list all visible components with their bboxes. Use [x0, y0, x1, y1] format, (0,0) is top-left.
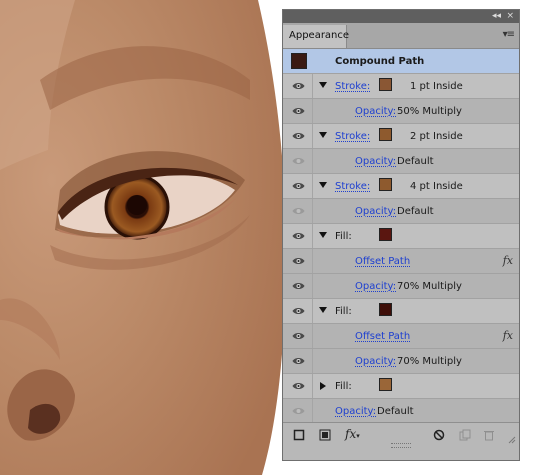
disclosure-expanded-icon[interactable] — [319, 82, 327, 88]
stroke-link[interactable]: Stroke: — [335, 180, 370, 193]
eye-icon[interactable] — [292, 181, 305, 191]
stroke-weight-value[interactable]: 1 pt Inside — [410, 80, 463, 93]
eye-icon[interactable] — [292, 156, 305, 166]
eye-icon[interactable] — [292, 281, 305, 291]
close-icon[interactable]: × — [506, 11, 514, 22]
add-new-stroke-icon[interactable] — [293, 429, 305, 441]
panel-drag-handle[interactable] — [391, 443, 411, 448]
opacity-value: 70% Multiply — [397, 356, 462, 367]
clear-appearance-icon[interactable] — [433, 429, 445, 441]
visibility-column — [283, 199, 313, 223]
add-new-effect-icon[interactable]: fx▾ — [345, 427, 360, 441]
visibility-column — [283, 324, 313, 348]
appearance-row-opacity[interactable]: Opacity: Default — [283, 199, 519, 224]
visibility-column — [283, 399, 313, 423]
opacity-value: 50% Multiply — [397, 106, 462, 117]
visibility-column — [283, 174, 313, 198]
panel-titlebar: ◂◂ × — [283, 10, 519, 23]
fill-label: Fill: — [335, 306, 352, 317]
add-new-fill-icon[interactable] — [319, 429, 331, 441]
fill-color-swatch[interactable] — [379, 228, 392, 241]
appearance-row-fill[interactable]: Fill: — [283, 374, 519, 399]
opacity-link[interactable]: Opacity: — [355, 205, 396, 218]
appearance-header-row[interactable]: Compound Path — [283, 49, 519, 74]
appearance-row-effect[interactable]: Offset Path fx — [283, 324, 519, 349]
visibility-column — [283, 299, 313, 323]
visibility-column — [283, 249, 313, 273]
effect-fx-icon: fx — [502, 254, 513, 267]
disclosure-expanded-icon[interactable] — [319, 232, 327, 238]
eye-icon[interactable] — [292, 306, 305, 316]
opacity-link[interactable]: Opacity: — [335, 405, 376, 418]
visibility-column — [283, 99, 313, 123]
opacity-value: Default — [397, 206, 434, 217]
visibility-column — [283, 74, 313, 98]
panel-tab-row: Appearance ▾≡ — [283, 23, 519, 49]
delete-item-icon[interactable] — [483, 429, 495, 441]
effect-link[interactable]: Offset Path — [355, 255, 410, 268]
eye-icon[interactable] — [292, 356, 305, 366]
visibility-column — [283, 349, 313, 373]
appearance-row-opacity[interactable]: Opacity: Default — [283, 149, 519, 174]
stroke-color-swatch[interactable] — [379, 78, 392, 91]
appearance-row-opacity[interactable]: Opacity: 50% Multiply — [283, 99, 519, 124]
appearance-row-opacity[interactable]: Opacity: 70% Multiply — [283, 349, 519, 374]
fill-color-swatch[interactable] — [379, 303, 392, 316]
opacity-value: Default — [377, 406, 414, 417]
stroke-color-swatch[interactable] — [379, 128, 392, 141]
eye-icon[interactable] — [292, 81, 305, 91]
fill-color-swatch[interactable] — [379, 378, 392, 391]
eye-icon[interactable] — [292, 231, 305, 241]
appearance-row-stroke[interactable]: Stroke: 4 pt Inside — [283, 174, 519, 199]
tab-appearance[interactable]: Appearance — [283, 25, 349, 48]
appearance-row-opacity[interactable]: Opacity: 70% Multiply — [283, 274, 519, 299]
eye-icon[interactable] — [292, 131, 305, 141]
object-type-label: Compound Path — [335, 56, 425, 67]
opacity-link[interactable]: Opacity: — [355, 155, 396, 168]
duplicate-item-icon[interactable] — [459, 429, 471, 441]
opacity-value: Default — [397, 156, 434, 167]
eye-icon[interactable] — [292, 206, 305, 216]
visibility-column — [283, 224, 313, 248]
appearance-row-stroke[interactable]: Stroke: 2 pt Inside — [283, 124, 519, 149]
appearance-row-fill[interactable]: Fill: — [283, 224, 519, 249]
resize-grip-icon[interactable] — [508, 436, 516, 444]
fill-label: Fill: — [335, 231, 352, 242]
disclosure-expanded-icon[interactable] — [319, 132, 327, 138]
panel-menu-icon[interactable]: ▾≡ — [503, 30, 515, 40]
opacity-value: 70% Multiply — [397, 281, 462, 292]
disclosure-expanded-icon[interactable] — [319, 182, 327, 188]
object-thumbnail — [291, 53, 307, 69]
visibility-column — [283, 124, 313, 148]
stroke-weight-value[interactable]: 4 pt Inside — [410, 180, 463, 193]
appearance-row-fill[interactable]: Fill: — [283, 299, 519, 324]
appearance-row-opacity_top[interactable]: Opacity: Default — [283, 399, 519, 424]
stroke-color-swatch[interactable] — [379, 178, 392, 191]
collapse-icon[interactable]: ◂◂ — [492, 11, 501, 22]
eye-icon[interactable] — [292, 331, 305, 341]
visibility-column — [283, 274, 313, 298]
disclosure-expanded-icon[interactable] — [319, 307, 327, 313]
stroke-link[interactable]: Stroke: — [335, 130, 370, 143]
effect-fx-icon: fx — [502, 329, 513, 342]
panel-bottom-toolbar: fx▾ — [283, 422, 519, 448]
stroke-link[interactable]: Stroke: — [335, 80, 370, 93]
eye-icon[interactable] — [292, 406, 305, 416]
eye-icon[interactable] — [292, 106, 305, 116]
opacity-link[interactable]: Opacity: — [355, 105, 396, 118]
opacity-link[interactable]: Opacity: — [355, 355, 396, 368]
opacity-link[interactable]: Opacity: — [355, 280, 396, 293]
visibility-column — [283, 149, 313, 173]
appearance-panel: ◂◂ × Appearance ▾≡ Compound Path Stroke:… — [282, 9, 520, 461]
eye-icon[interactable] — [292, 256, 305, 266]
disclosure-collapsed-icon[interactable] — [320, 382, 326, 390]
appearance-row-stroke[interactable]: Stroke: 1 pt Inside — [283, 74, 519, 99]
stroke-weight-value[interactable]: 2 pt Inside — [410, 130, 463, 143]
eye-icon[interactable] — [292, 381, 305, 391]
visibility-column — [283, 374, 313, 398]
fill-label: Fill: — [335, 381, 352, 392]
effect-link[interactable]: Offset Path — [355, 330, 410, 343]
appearance-row-effect[interactable]: Offset Path fx — [283, 249, 519, 274]
